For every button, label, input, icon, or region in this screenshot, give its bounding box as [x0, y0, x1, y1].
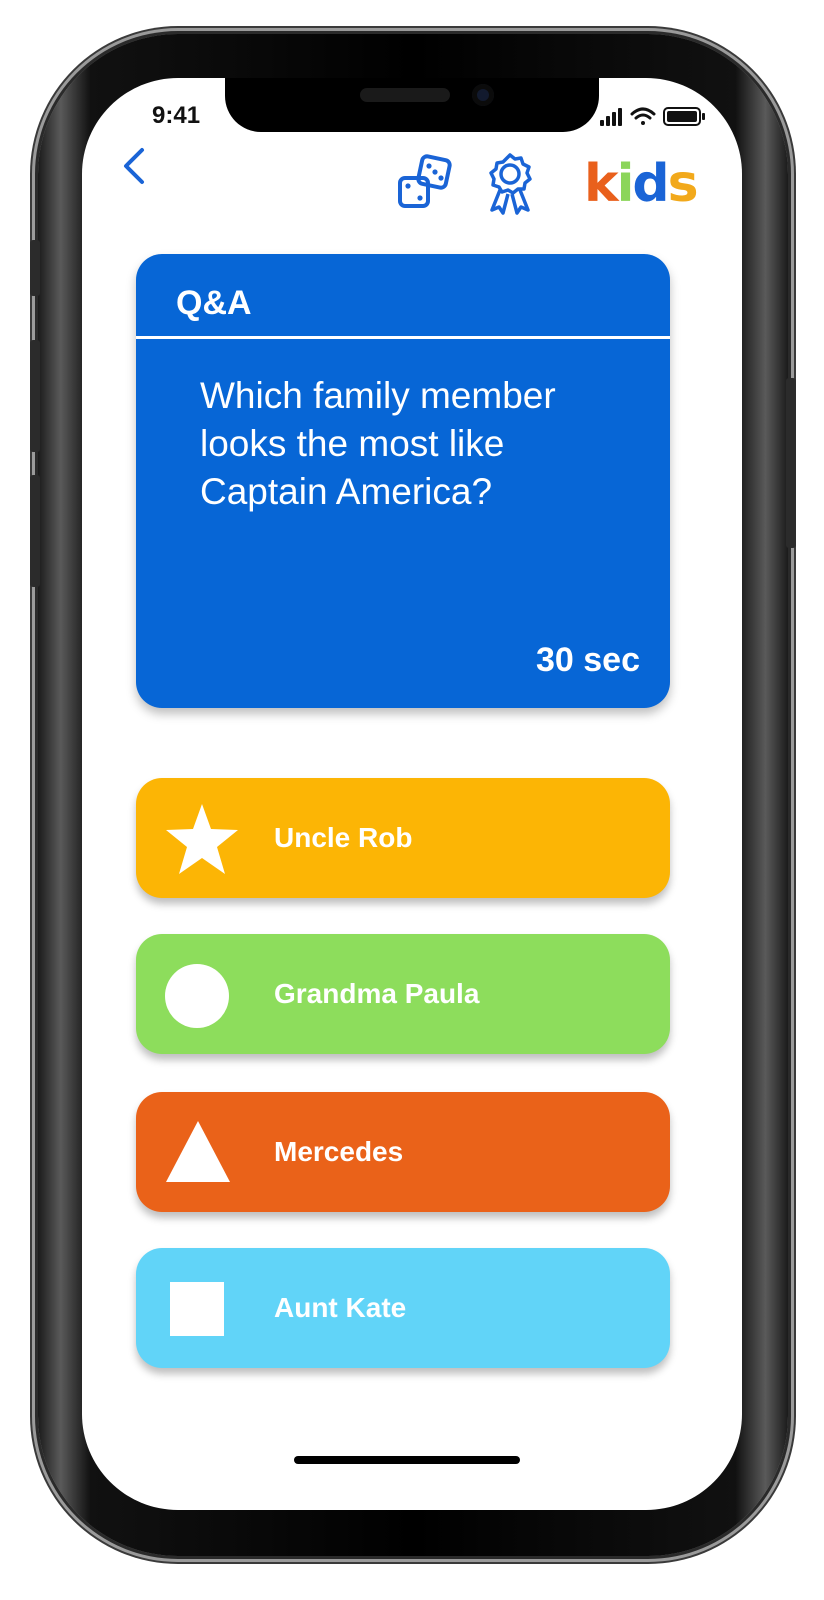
- answer-option-grandma-paula[interactable]: Grandma Paula: [136, 934, 670, 1054]
- question-card-divider: [136, 336, 670, 339]
- chevron-left-icon: [124, 148, 144, 184]
- status-time: 9:41: [152, 102, 201, 129]
- signal-icon: [600, 108, 622, 126]
- speaker-grille: [360, 88, 450, 102]
- triangle-icon: [166, 1121, 230, 1182]
- star-icon: [166, 804, 238, 874]
- ribbon-award-icon: [489, 153, 532, 215]
- logo-letter-i: i: [616, 154, 635, 214]
- question-card-title: Q&A: [176, 284, 252, 322]
- dice-button[interactable]: [396, 154, 454, 212]
- circle-icon: [165, 964, 229, 1028]
- answer-label: Aunt Kate: [274, 1292, 407, 1323]
- answer-label: Uncle Rob: [274, 822, 413, 853]
- notch: [225, 78, 599, 132]
- answer-option-mercedes[interactable]: Mercedes: [136, 1092, 670, 1212]
- front-camera: [472, 84, 494, 106]
- answer-option-aunt-kate[interactable]: Aunt Kate: [136, 1248, 670, 1368]
- home-indicator[interactable]: [294, 1456, 520, 1464]
- answer-label: Grandma Paula: [274, 978, 480, 1009]
- volume-up-button: [30, 340, 40, 452]
- logo-letter-k: k: [584, 154, 619, 214]
- volume-down-button: [30, 475, 40, 587]
- power-button: [786, 378, 796, 548]
- app-screen: 9:41 kids Q&A Which family member looks …: [82, 78, 742, 1510]
- logo-letter-s: s: [667, 154, 699, 214]
- status-indicators: [600, 107, 705, 126]
- status-icons: [598, 104, 708, 128]
- answer-label: Mercedes: [274, 1136, 404, 1167]
- battery-icon: [663, 107, 705, 126]
- logo-letter-d: d: [632, 154, 669, 214]
- silent-switch: [30, 240, 40, 296]
- question-timer: 30 sec: [536, 641, 640, 679]
- award-button[interactable]: [480, 152, 540, 216]
- wifi-icon: [630, 107, 656, 125]
- kids-logo: kids: [584, 154, 699, 214]
- question-text: Which family member looks the most like …: [200, 375, 556, 512]
- question-card: Q&A Which family member looks the most l…: [136, 254, 670, 708]
- answer-option-uncle-rob[interactable]: Uncle Rob: [136, 778, 670, 898]
- square-icon: [170, 1282, 224, 1336]
- dice-icon: [398, 154, 452, 208]
- back-button[interactable]: [118, 144, 154, 188]
